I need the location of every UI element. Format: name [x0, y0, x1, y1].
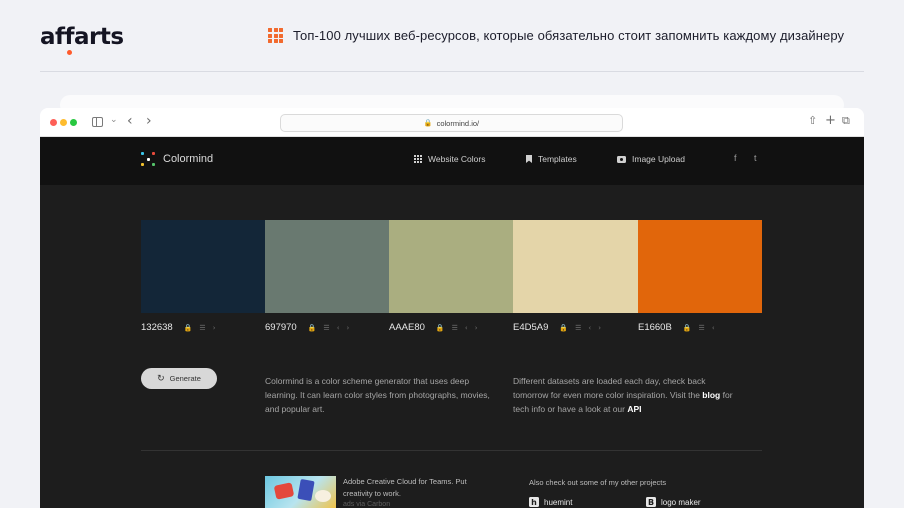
share-icon[interactable]: ⇧ [808, 114, 817, 127]
adjust-icon[interactable]: ☰ [452, 324, 458, 332]
chevron-right-icon[interactable]: › [213, 324, 216, 332]
nav-website-colors-label: Website Colors [428, 154, 486, 164]
chevron-right-icon[interactable]: › [347, 324, 350, 332]
nav-templates[interactable]: Templates [526, 154, 577, 164]
browser-window: ⌄ ‹ › 🔒 colormind.io/ ⇧ + ⧉ Colormind We… [40, 108, 864, 508]
brand-name: Colormind [163, 153, 214, 165]
chevron-right-icon[interactable]: › [598, 324, 601, 332]
logo-dot [67, 50, 72, 55]
description-text: Different datasets are loaded each day, … [513, 376, 706, 400]
lock-icon[interactable]: 🔒 [436, 324, 445, 332]
camera-icon [617, 155, 626, 163]
bookmark-icon [526, 155, 532, 163]
project-logo-maker[interactable]: B logo maker [646, 497, 701, 507]
api-link[interactable]: API [627, 404, 641, 414]
color-swatch-3[interactable] [389, 220, 513, 313]
address-bar[interactable]: 🔒 colormind.io/ [280, 114, 623, 132]
lock-icon[interactable]: 🔒 [559, 324, 568, 332]
lock-icon: 🔒 [423, 119, 433, 127]
chevron-left-icon[interactable]: ‹ [712, 324, 715, 332]
adjust-icon[interactable]: ☰ [575, 324, 581, 332]
chevron-left-icon[interactable]: ‹ [588, 324, 591, 332]
facebook-icon[interactable]: f [734, 153, 737, 163]
color-swatch-4[interactable] [513, 220, 638, 313]
nav-website-colors[interactable]: Website Colors [414, 154, 485, 164]
hex-value: 132638 [141, 322, 173, 333]
adjust-icon[interactable]: ☰ [199, 324, 205, 332]
browser-toolbar: ⌄ ‹ › 🔒 colormind.io/ ⇧ + ⧉ [40, 108, 864, 137]
colormind-logo-icon [141, 152, 155, 166]
hex-value: E1660B [638, 322, 672, 333]
adjust-icon[interactable]: ☰ [323, 324, 329, 332]
lock-icon[interactable]: 🔒 [308, 324, 317, 332]
ad-text[interactable]: Adobe Creative Cloud for Teams. Put crea… [343, 476, 493, 500]
hex-value: AAAE80 [389, 322, 425, 333]
forward-arrow-icon[interactable]: › [146, 113, 152, 129]
twitter-icon[interactable]: t [754, 153, 757, 163]
grid-icon [414, 155, 422, 163]
lock-icon[interactable]: 🔒 [184, 324, 193, 332]
color-swatch-1[interactable] [141, 220, 265, 313]
grid-icon [268, 28, 283, 43]
back-arrow-icon[interactable]: ‹ [127, 113, 133, 129]
lock-icon[interactable]: 🔒 [683, 324, 692, 332]
url-text: colormind.io/ [436, 118, 480, 128]
sidebar-toggle-icon[interactable] [92, 117, 103, 127]
ad-via[interactable]: ads via Carbon [343, 501, 390, 508]
huemint-icon: h [529, 497, 539, 507]
generate-button[interactable]: ↻ Generate [141, 368, 217, 389]
nav-templates-label: Templates [538, 154, 577, 164]
swatch-1-controls: 132638 🔒 ☰ › [141, 322, 216, 333]
chevron-left-icon[interactable]: ‹ [465, 324, 468, 332]
swatch-4-controls: E4D5A9 🔒 ☰ ‹ › [513, 322, 601, 333]
affarts-logo[interactable]: affarts [40, 24, 124, 55]
chevron-right-icon[interactable]: › [475, 324, 478, 332]
chevron-down-icon[interactable]: ⌄ [110, 115, 118, 125]
hex-value: 697970 [265, 322, 297, 333]
nav-image-upload[interactable]: Image Upload [617, 154, 685, 164]
projects-title: Also check out some of my other projects [529, 478, 667, 487]
close-window-button[interactable] [50, 119, 57, 126]
generate-label: Generate [169, 374, 201, 383]
chevron-left-icon[interactable]: ‹ [337, 324, 340, 332]
colormind-page: Colormind Website Colors Templates Image… [40, 137, 864, 508]
color-swatch-5[interactable] [638, 220, 762, 313]
site-navbar: Colormind Website Colors Templates Image… [40, 137, 864, 185]
zoom-window-button[interactable] [70, 119, 77, 126]
new-tab-icon[interactable]: + [825, 113, 836, 128]
adjust-icon[interactable]: ☰ [699, 324, 705, 332]
project-huemint[interactable]: h huemint [529, 497, 572, 507]
minimize-window-button[interactable] [60, 119, 67, 126]
logo-text: affarts [40, 24, 124, 50]
swatch-2-controls: 697970 🔒 ☰ ‹ › [265, 322, 349, 333]
color-swatch-2[interactable] [265, 220, 389, 313]
headline-text: Топ-100 лучших веб-ресурсов, которые обя… [293, 28, 845, 43]
swatch-3-controls: AAAE80 🔒 ☰ ‹ › [389, 322, 478, 333]
ad-image[interactable] [265, 476, 336, 508]
brand[interactable]: Colormind [141, 152, 213, 166]
description-left: Colormind is a color scheme generator th… [265, 376, 490, 414]
description-right: Different datasets are loaded each day, … [513, 374, 733, 416]
section-divider [141, 450, 762, 451]
hex-value: E4D5A9 [513, 322, 549, 333]
article-headline: Топ-100 лучших веб-ресурсов, которые обя… [268, 28, 844, 43]
tab-overview-icon[interactable]: ⧉ [842, 114, 850, 128]
swatch-5-controls: E1660B 🔒 ☰ ‹ [638, 322, 715, 333]
logo-maker-icon: B [646, 497, 656, 507]
blog-link[interactable]: blog [702, 390, 720, 400]
nav-image-upload-label: Image Upload [632, 154, 685, 164]
refresh-icon: ↻ [157, 373, 165, 383]
project-label: logo maker [661, 497, 701, 507]
header-divider [40, 71, 864, 72]
project-label: huemint [544, 497, 573, 507]
